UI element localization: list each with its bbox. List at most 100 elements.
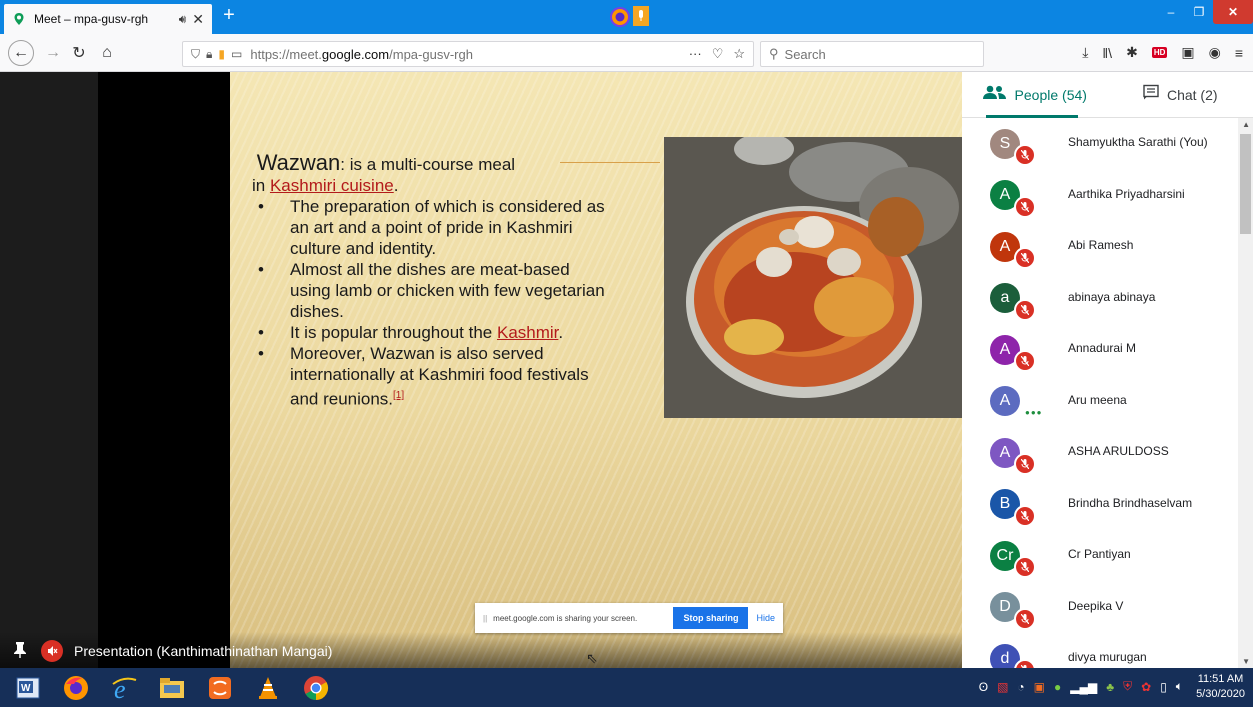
stage-letterbox	[0, 72, 98, 668]
search-input[interactable]: ⚲ Search	[760, 41, 984, 67]
slide-bullet: Moreover, Wazwan is also served internat…	[252, 343, 612, 410]
mic-off-icon	[1014, 195, 1036, 218]
url-bar[interactable]: ⛉ 🔒︎ ▮ ▭ https://meet.google.com/mpa-gus…	[182, 41, 754, 67]
stop-sharing-button[interactable]: Stop sharing	[673, 607, 749, 629]
system-clock[interactable]: 11:51 AM 5/30/2020	[1196, 672, 1245, 702]
tab-people[interactable]: People (54)	[962, 72, 1108, 117]
url-path: /mpa-gusv-rgh	[389, 46, 473, 62]
browser-nav-bar: ← → ↻ ⌂ ⛉ 🔒︎ ▮ ▭ https://meet.google.com…	[0, 34, 1253, 72]
pin-icon[interactable]	[14, 642, 26, 663]
restore-icon[interactable]: ❐	[1185, 0, 1213, 24]
tray-network-app-icon[interactable]: ◔	[1017, 680, 1024, 694]
participant-row[interactable]: D Deepika V	[962, 582, 1238, 634]
pocket-icon[interactable]: ♡	[712, 46, 724, 62]
vlc-icon[interactable]	[244, 668, 292, 707]
link-kashmiri-cuisine: Kashmiri cuisine	[269, 176, 394, 195]
participant-row[interactable]: A ●●● Aru meena	[962, 376, 1238, 428]
windows-taskbar: W e ʘ ▧ ◔ ▣ ● ▂▄▆ ♣ ⛨ ✿ ▯ 🔈︎ 11:51 AM 5/…	[0, 668, 1253, 707]
volume-icon[interactable]: 🔈︎	[1176, 679, 1183, 694]
tab-close-icon[interactable]: ✕	[192, 11, 204, 28]
participant-row[interactable]: A Annadurai M	[962, 324, 1238, 376]
participant-name: Aarthika Priyadharsini	[1068, 186, 1185, 201]
tray-extra-icon[interactable]: ✿	[1141, 680, 1151, 694]
people-panel: People (54) Chat (2) S Shamyuktha Sarathi…	[962, 72, 1253, 668]
participant-row[interactable]: d divya murugan	[962, 633, 1238, 668]
participant-row[interactable]: B Brindha Brindhaselvam	[962, 479, 1238, 531]
people-icon	[982, 85, 1007, 104]
people-tab-label: People (54)	[1014, 86, 1087, 103]
hd-extension-icon[interactable]: HD	[1151, 47, 1168, 58]
participant-row[interactable]: a abinaya abinaya	[962, 273, 1238, 325]
participant-row[interactable]: A ASHA ARULDOSS	[962, 427, 1238, 479]
tray-shield-icon[interactable]: ⛨	[1123, 679, 1132, 694]
participant-name: abinaya abinaya	[1068, 289, 1156, 304]
clock-time: 11:51 AM	[1197, 673, 1244, 685]
slide-heading-word: Wazwan	[256, 150, 341, 175]
back-icon[interactable]: ←	[8, 40, 34, 66]
url-text[interactable]: https://meet.google.com/mpa-gusv-rgh	[250, 47, 688, 62]
bluetooth-icon[interactable]: ʘ	[979, 680, 988, 694]
tray-orange-icon[interactable]: ▣	[1034, 680, 1045, 694]
bookmark-star-icon[interactable]: ☆	[733, 46, 745, 62]
scroll-up-icon[interactable]: ▲	[1242, 120, 1250, 129]
signal-icon[interactable]: ▂▄▆	[1070, 680, 1097, 694]
participant-row[interactable]: A Aarthika Priyadharsini	[962, 170, 1238, 222]
participant-row[interactable]: A Abi Ramesh	[962, 221, 1238, 273]
hide-button[interactable]: Hide	[756, 613, 775, 623]
drag-handle-icon[interactable]: ||	[483, 614, 487, 623]
page-actions-icon[interactable]: ···	[689, 46, 702, 62]
sidebar-icon[interactable]: ▣	[1181, 44, 1194, 61]
slide-bullet: The preparation of which is considered a…	[252, 196, 612, 259]
participant-name: divya murugan	[1068, 650, 1147, 664]
tray-app-icon[interactable]: ▧	[997, 680, 1008, 694]
sharing-indicator[interactable]	[609, 6, 651, 28]
participant-row[interactable]: S Shamyuktha Sarathi (You)	[962, 118, 1238, 170]
system-tray: ʘ ▧ ◔ ▣ ● ▂▄▆ ♣ ⛨ ✿ ▯ 🔈︎	[979, 679, 1183, 694]
wazwan-food-image	[664, 137, 962, 418]
firefox-icon	[610, 7, 630, 27]
participant-name: Cr Pantiyan	[1068, 547, 1131, 561]
slide-bullet: Almost all the dishes are meat-based usi…	[252, 259, 612, 322]
library-icon[interactable]: ‖\	[1102, 45, 1112, 61]
chat-icon	[1143, 84, 1159, 105]
app-orange-icon[interactable]	[196, 668, 244, 707]
account-icon[interactable]: ◉	[1209, 44, 1221, 61]
home-icon[interactable]: ⌂	[94, 40, 120, 66]
forward-icon[interactable]: →	[40, 40, 66, 66]
participant-name: Abi Ramesh	[1068, 238, 1134, 252]
scroll-down-icon[interactable]: ▼	[1242, 657, 1250, 666]
tray-green-icon[interactable]: ●	[1054, 680, 1061, 694]
chrome-icon[interactable]	[292, 668, 340, 707]
menu-icon[interactable]: ≡	[1235, 45, 1243, 61]
link-kashmir: Kashmir	[496, 323, 559, 342]
speaker-icon[interactable]: 🔊︎	[179, 12, 187, 27]
mic-permission-icon[interactable]: ▮	[218, 47, 225, 61]
microphone-icon	[633, 6, 649, 26]
scroll-thumb[interactable]	[1240, 134, 1251, 234]
battery-icon[interactable]: ▯	[1160, 680, 1167, 694]
firefox-taskbar-icon[interactable]	[52, 668, 100, 707]
tab-chat[interactable]: Chat (2)	[1108, 72, 1253, 117]
extension-icon[interactable]: ✱	[1126, 44, 1138, 61]
minimize-icon[interactable]: –	[1157, 0, 1185, 24]
url-actions: ··· ♡ ☆	[689, 46, 745, 62]
internet-explorer-icon[interactable]: e	[100, 668, 148, 707]
browser-tab-meet[interactable]: Meet – mpa-gusv-rgh 🔊︎ ✕	[4, 4, 212, 34]
tab-title: Meet – mpa-gusv-rgh	[34, 12, 149, 26]
new-tab-button[interactable]: +	[218, 5, 240, 27]
participant-name: Deepika V	[1068, 598, 1124, 613]
screen-share-icon[interactable]: ▭	[231, 47, 242, 61]
reload-icon[interactable]: ↻	[66, 40, 92, 66]
mic-off-icon	[1014, 298, 1036, 321]
svg-text:W: W	[21, 683, 31, 694]
window-close-icon[interactable]: ✕	[1213, 0, 1253, 24]
file-explorer-icon[interactable]	[148, 668, 196, 707]
word-icon[interactable]: W	[4, 668, 52, 707]
tray-people-icon[interactable]: ♣	[1106, 680, 1114, 694]
lock-icon[interactable]: 🔒︎	[206, 47, 212, 62]
shield-icon[interactable]: ⛉	[191, 47, 200, 62]
site-identity[interactable]: ⛉ 🔒︎ ▮ ▭	[191, 47, 242, 62]
participant-scrollbar[interactable]: ▲ ▼	[1238, 118, 1253, 668]
participant-row[interactable]: Cr Cr Pantiyan	[962, 530, 1238, 582]
download-icon[interactable]: ⤓	[1082, 44, 1088, 61]
